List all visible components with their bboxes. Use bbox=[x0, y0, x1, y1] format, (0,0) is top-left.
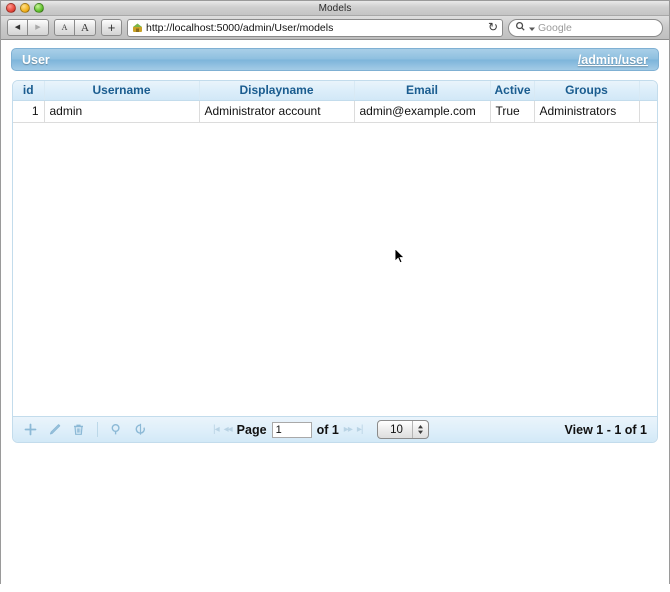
previous-page-button[interactable]: ◂◂ bbox=[224, 424, 233, 435]
forward-button[interactable]: ▶ bbox=[28, 19, 49, 36]
column-header-id[interactable]: id bbox=[13, 81, 45, 101]
cell-groups: Administrators bbox=[534, 100, 640, 123]
grid-footer-toolbar: |◂ ◂◂ Page of 1 ▸▸ ▸| 10 bbox=[13, 416, 657, 442]
cell-displayname: Administrator account bbox=[199, 100, 355, 123]
column-header-username[interactable]: Username bbox=[44, 81, 200, 101]
site-favicon-icon bbox=[132, 22, 143, 33]
browser-search-box[interactable]: Google bbox=[508, 18, 663, 37]
plus-icon: + bbox=[107, 20, 116, 35]
text-larger-button[interactable]: A bbox=[75, 19, 96, 36]
small-a-icon: A bbox=[61, 23, 68, 32]
back-arrow-icon: ◀ bbox=[14, 24, 21, 31]
toolbar-separator bbox=[97, 422, 98, 437]
refresh-grid-icon[interactable] bbox=[133, 422, 148, 437]
breadcrumb-link[interactable]: /admin/user bbox=[578, 53, 648, 67]
search-dropdown-icon[interactable] bbox=[529, 21, 535, 35]
browser-search-input[interactable]: Google bbox=[538, 22, 572, 34]
search-icon bbox=[515, 21, 526, 35]
window-controls bbox=[6, 3, 44, 13]
add-record-icon[interactable] bbox=[23, 422, 38, 437]
large-a-icon: A bbox=[81, 21, 89, 34]
address-bar[interactable]: http://localhost:5000/admin/User/models … bbox=[127, 18, 503, 37]
data-grid-table: id Username Displayname Email Active Gro… bbox=[13, 81, 657, 123]
browser-window: Models ◀ ▶ A A + http://localhost:5000/a… bbox=[0, 0, 670, 592]
cell-active: True bbox=[490, 100, 535, 123]
window-titlebar: Models bbox=[1, 1, 669, 16]
pagination-controls: |◂ ◂◂ Page of 1 ▸▸ ▸| 10 bbox=[213, 420, 430, 439]
app-header-bar: User /admin/user bbox=[11, 48, 659, 71]
navigation-buttons: ◀ ▶ bbox=[7, 19, 49, 36]
total-pages-label: of 1 bbox=[316, 422, 339, 437]
column-header-active[interactable]: Active bbox=[490, 81, 535, 101]
grid-action-buttons bbox=[23, 422, 148, 437]
page-label: Page bbox=[236, 422, 267, 437]
view-status-label: View 1 - 1 of 1 bbox=[564, 422, 647, 437]
text-smaller-button[interactable]: A bbox=[54, 19, 75, 36]
data-grid-panel: id Username Displayname Email Active Gro… bbox=[12, 80, 658, 443]
table-row[interactable]: 1 admin Administrator account admin@exam… bbox=[13, 100, 657, 123]
page-content: User /admin/user id Username Displayname… bbox=[1, 48, 669, 592]
stepper-arrows-icon[interactable] bbox=[412, 421, 428, 438]
back-button[interactable]: ◀ bbox=[7, 19, 28, 36]
first-page-button[interactable]: |◂ bbox=[213, 424, 220, 435]
new-tab-button[interactable]: + bbox=[101, 19, 122, 36]
close-window-button[interactable] bbox=[6, 3, 16, 13]
column-header-email[interactable]: Email bbox=[354, 81, 491, 101]
text-size-buttons: A A bbox=[54, 19, 96, 36]
last-page-button[interactable]: ▸| bbox=[357, 424, 364, 435]
reload-icon[interactable]: ↻ bbox=[488, 21, 498, 33]
cell-email: admin@example.com bbox=[354, 100, 491, 123]
page-number-input[interactable] bbox=[271, 421, 312, 438]
cell-id: 1 bbox=[13, 100, 45, 123]
browser-toolbar: ◀ ▶ A A + http://localhost:5000/admin/Us… bbox=[1, 16, 669, 40]
column-header-groups[interactable]: Groups bbox=[534, 81, 640, 101]
rows-per-page-value: 10 bbox=[390, 423, 403, 436]
column-header-displayname[interactable]: Displayname bbox=[199, 81, 355, 101]
minimize-window-button[interactable] bbox=[20, 3, 30, 13]
page-title: User bbox=[22, 52, 50, 67]
forward-arrow-icon: ▶ bbox=[35, 24, 41, 31]
table-header-row: id Username Displayname Email Active Gro… bbox=[13, 81, 657, 101]
address-bar-url: http://localhost:5000/admin/User/models bbox=[146, 21, 334, 34]
cell-username: admin bbox=[44, 100, 200, 123]
cell-spacer bbox=[639, 100, 657, 123]
maximize-window-button[interactable] bbox=[34, 3, 44, 13]
window-title: Models bbox=[318, 2, 352, 14]
delete-record-icon[interactable] bbox=[71, 422, 86, 437]
next-page-button[interactable]: ▸▸ bbox=[344, 424, 353, 435]
grid-empty-area bbox=[13, 122, 657, 416]
search-records-icon[interactable] bbox=[109, 422, 124, 437]
rows-per-page-select[interactable]: 10 bbox=[377, 420, 430, 439]
edit-record-icon[interactable] bbox=[47, 422, 62, 437]
column-header-spacer bbox=[639, 81, 657, 101]
